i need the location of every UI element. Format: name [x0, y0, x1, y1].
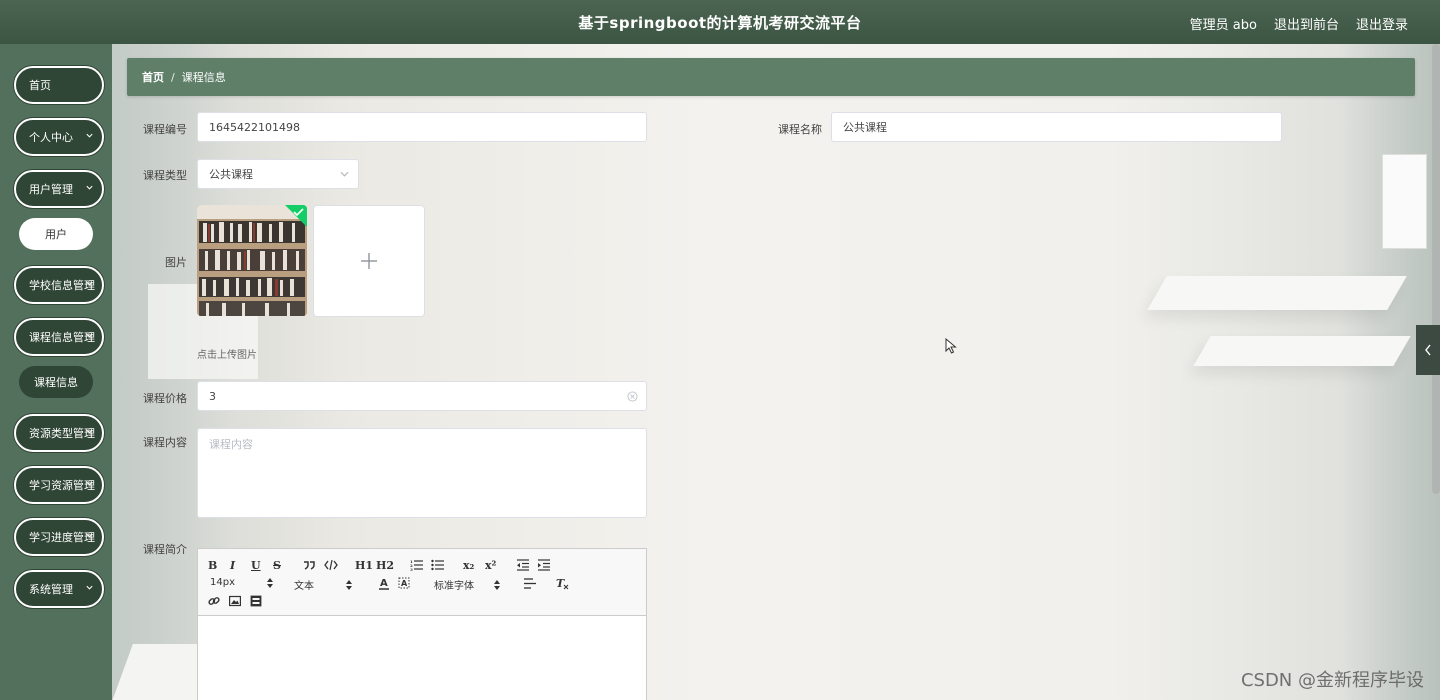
logout-link[interactable]: 退出登录: [1356, 14, 1408, 33]
sidebar-item-learning-resources[interactable]: 学习资源管理: [14, 466, 104, 504]
svg-text:A: A: [380, 578, 388, 589]
content-label: 课程内容: [143, 436, 187, 449]
font-size-select[interactable]: 14px: [210, 577, 273, 588]
sidebar-item-personal-center[interactable]: 个人中心: [14, 118, 104, 156]
sidebar-item-learning-progress[interactable]: 学习进度管理: [14, 518, 104, 556]
indent-icon[interactable]: [538, 559, 550, 571]
uploaded-image-thumbnail[interactable]: [197, 205, 307, 316]
outdent-icon[interactable]: [517, 559, 529, 571]
chevron-down-icon: [86, 533, 93, 538]
sidebar-item-label: 个人中心: [29, 131, 73, 144]
plus-icon: [361, 253, 377, 269]
sidebar-subitem-users[interactable]: 用户: [19, 218, 93, 250]
chevron-left-icon: [1425, 344, 1431, 356]
paragraph-value: 文本: [294, 581, 314, 592]
top-header: 基于springboot的计算机考研交流平台 管理员 abo 退出到前台 退出登…: [0, 0, 1440, 44]
mouse-cursor-icon: [945, 338, 957, 354]
chevron-down-icon: [86, 429, 93, 434]
editor-toolbar: B I U S H1 H2 123 x₂ x² 14px 文本 A A 标准字体…: [198, 549, 646, 616]
svg-text:3: 3: [410, 567, 413, 571]
italic-button[interactable]: I: [230, 558, 235, 572]
link-icon[interactable]: [208, 595, 220, 607]
content-textarea[interactable]: 课程内容: [197, 428, 647, 518]
sidebar-item-school-info[interactable]: 学校信息管理: [14, 266, 104, 304]
align-icon[interactable]: [524, 578, 536, 589]
image-icon[interactable]: [229, 595, 241, 607]
price-value: 3: [209, 389, 216, 403]
image-label: 图片: [165, 256, 187, 269]
course-type-selected-value: 公共课程: [209, 168, 253, 181]
bold-button[interactable]: B: [208, 558, 217, 572]
course-name-label: 课程名称: [778, 123, 822, 136]
select-arrows-icon: [346, 579, 352, 590]
paragraph-select[interactable]: 文本: [294, 577, 352, 592]
sidebar-item-user-management[interactable]: 用户管理: [14, 170, 104, 208]
heading2-button[interactable]: H2: [376, 558, 394, 572]
chevron-down-icon: [86, 185, 93, 190]
subscript-button[interactable]: x₂: [463, 558, 474, 572]
breadcrumb-separator: /: [171, 70, 175, 84]
sidebar-item-home[interactable]: 首页: [14, 66, 104, 104]
sidebar-item-resource-type[interactable]: 资源类型管理: [14, 414, 104, 452]
back-to-front-link[interactable]: 退出到前台: [1274, 14, 1339, 33]
course-no-label: 课程编号: [143, 123, 187, 136]
sidebar-item-label: 用户管理: [29, 183, 73, 196]
ordered-list-icon[interactable]: 123: [410, 559, 423, 571]
breadcrumb-home[interactable]: 首页: [142, 69, 164, 85]
course-type-select[interactable]: 公共课程: [197, 159, 359, 189]
chevron-down-icon: [86, 133, 93, 138]
sidebar-item-course-info[interactable]: 课程信息管理: [14, 318, 104, 356]
select-arrows-icon: [494, 579, 500, 590]
chevron-down-icon: [86, 585, 93, 590]
watermark-text: CSDN @金新程序毕设: [1240, 670, 1424, 691]
svg-text:T: T: [556, 577, 565, 590]
strike-button[interactable]: S: [273, 558, 281, 572]
sidebar-item-label: 首页: [29, 79, 51, 92]
clear-format-icon[interactable]: T: [556, 577, 569, 590]
video-icon[interactable]: [250, 595, 262, 607]
bookshelf-image: [197, 205, 307, 316]
background-color-icon[interactable]: A: [398, 577, 410, 590]
font-family-select[interactable]: 标准字体: [434, 577, 500, 592]
svg-text:A: A: [401, 579, 408, 588]
sidebar-subitem-course-info[interactable]: 课程信息: [19, 366, 93, 398]
sidebar-item-label: 系统管理: [29, 583, 73, 596]
rich-text-editor[interactable]: B I U S H1 H2 123 x₂ x² 14px 文本 A A 标准字体…: [197, 548, 647, 700]
background-shelf: [1193, 336, 1411, 366]
price-label: 课程价格: [143, 392, 187, 405]
breadcrumb: 首页 / 课程信息: [127, 58, 1415, 96]
heading1-button[interactable]: H1: [355, 558, 373, 572]
course-no-input[interactable]: 1645422101498: [197, 112, 647, 142]
background-frame: [1382, 154, 1427, 249]
breadcrumb-current: 课程信息: [181, 71, 226, 84]
bullet-list-icon[interactable]: [431, 559, 444, 571]
clear-icon[interactable]: [627, 391, 638, 402]
code-block-icon[interactable]: [324, 559, 338, 571]
chevron-down-icon: [86, 481, 93, 486]
sidebar-item-system-management[interactable]: 系统管理: [14, 570, 104, 608]
font-color-icon[interactable]: A: [378, 577, 390, 590]
font-size-value: 14px: [210, 577, 235, 588]
price-input[interactable]: 3: [197, 381, 647, 411]
admin-user-label[interactable]: 管理员 abo: [1190, 14, 1257, 33]
chevron-down-icon: [86, 281, 93, 286]
superscript-button[interactable]: x²: [485, 558, 496, 572]
course-type-label: 课程类型: [143, 169, 187, 182]
header-actions: 管理员 abo 退出到前台 退出登录: [1190, 14, 1408, 33]
underline-button[interactable]: U: [251, 558, 261, 572]
upload-add-button[interactable]: [313, 205, 425, 317]
select-arrows-icon: [267, 577, 273, 588]
chevron-down-icon: [340, 171, 349, 177]
font-family-value: 标准字体: [434, 581, 474, 592]
intro-label: 课程简介: [143, 543, 187, 556]
background-shelf: [1147, 276, 1407, 310]
blockquote-icon[interactable]: [303, 559, 315, 571]
side-panel-toggle[interactable]: [1416, 325, 1440, 375]
upload-tip-text: 点击上传图片: [197, 350, 257, 361]
page-scrollbar[interactable]: [1432, 44, 1440, 494]
chevron-down-icon: [86, 333, 93, 338]
course-name-input[interactable]: 公共课程: [831, 112, 1282, 142]
